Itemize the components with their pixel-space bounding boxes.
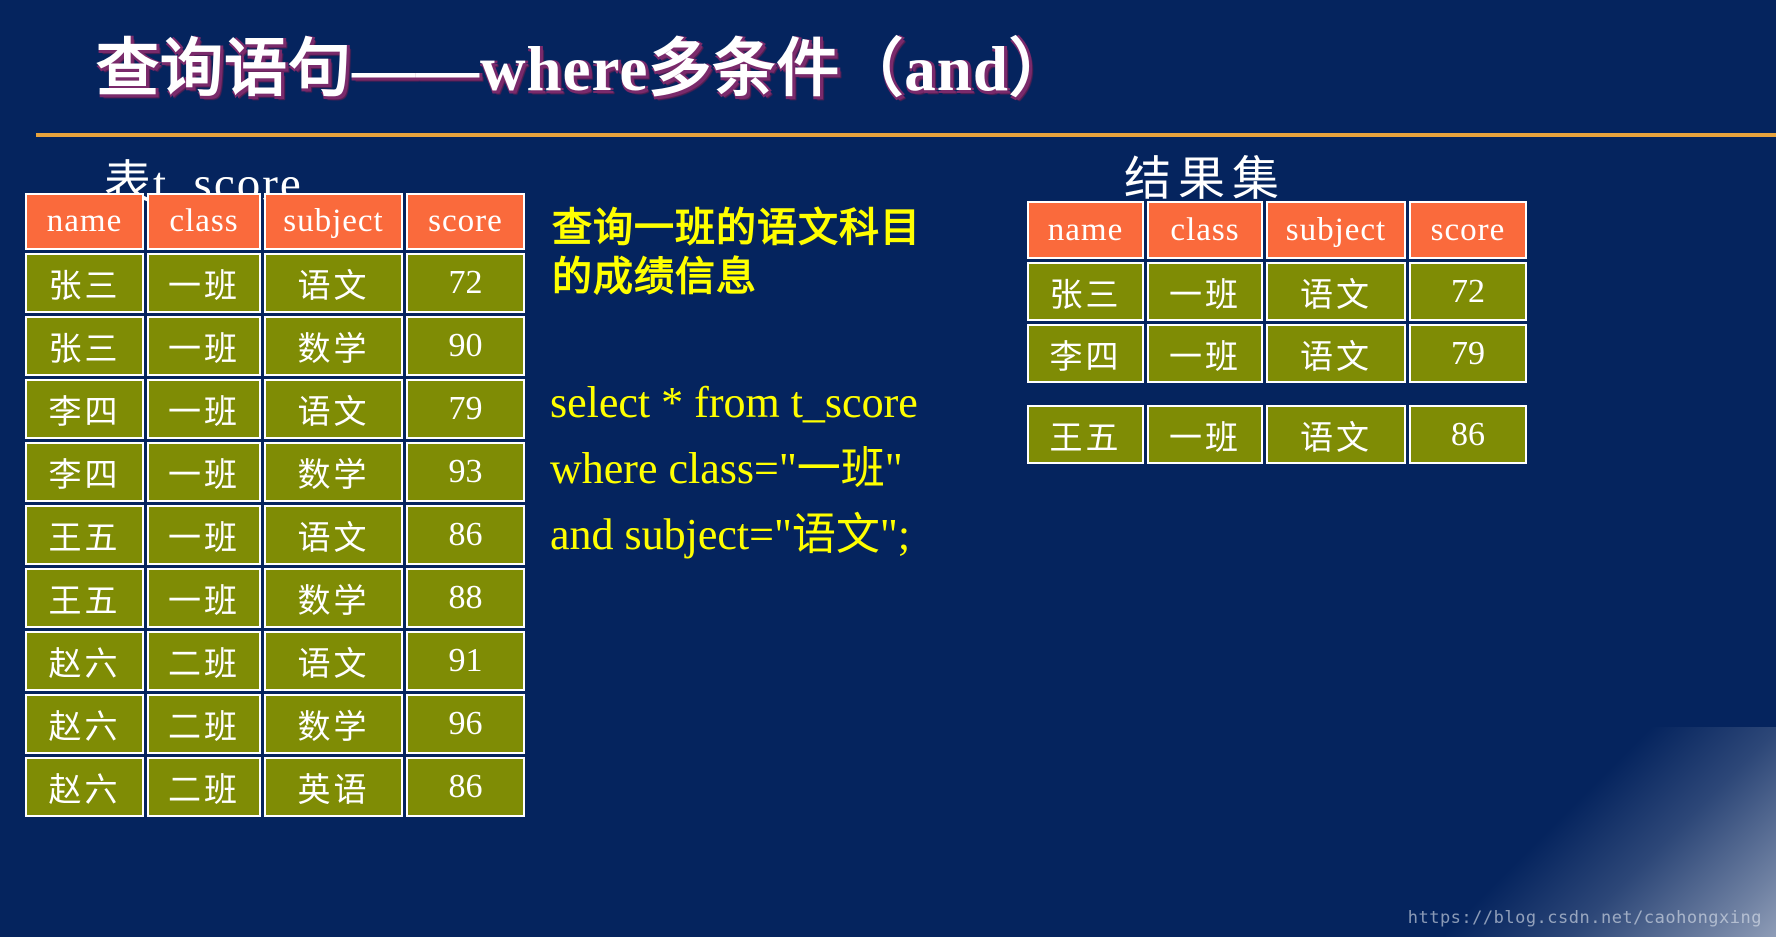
cell-name: 张三 xyxy=(1027,262,1144,321)
cell-name: 王五 xyxy=(1027,405,1144,464)
table-row: 李四 一班 数学 93 xyxy=(25,442,525,502)
table-row: 张三 一班 语文 72 xyxy=(1027,262,1527,321)
cell-class: 二班 xyxy=(147,631,261,691)
result-table-extra-row: 王五 一班 语文 86 xyxy=(1024,402,1530,467)
cell-score: 91 xyxy=(406,631,525,691)
cell-name: 李四 xyxy=(25,442,144,502)
source-table: name class subject score 张三 一班 语文 72 张三 … xyxy=(22,190,528,820)
cell-name: 王五 xyxy=(25,568,144,628)
cell-subject: 数学 xyxy=(264,316,403,376)
cell-class: 一班 xyxy=(1147,262,1263,321)
cell-subject: 语文 xyxy=(1266,262,1406,321)
corner-glare xyxy=(1446,727,1776,937)
cell-class: 一班 xyxy=(1147,324,1263,383)
table-header-row: name class subject score xyxy=(25,193,525,250)
query-description-line-2: 的成绩信息 xyxy=(552,252,757,300)
table-row: 赵六 二班 英语 86 xyxy=(25,757,525,817)
cell-subject: 语文 xyxy=(1266,324,1406,383)
cell-name: 张三 xyxy=(25,253,144,313)
slide-canvas: 查询语句——where多条件（and） 表t_score 结果集 name cl… xyxy=(0,0,1776,937)
title-divider xyxy=(36,133,1776,137)
cell-score: 72 xyxy=(1409,262,1527,321)
cell-class: 一班 xyxy=(147,568,261,628)
cell-class: 一班 xyxy=(147,316,261,376)
cell-subject: 语文 xyxy=(264,379,403,439)
sql-line-and: and subject="语文"; xyxy=(550,510,911,559)
table-row: 赵六 二班 语文 91 xyxy=(25,631,525,691)
column-header-score: score xyxy=(1409,201,1527,259)
cell-score: 72 xyxy=(406,253,525,313)
sql-statement: select * from t_score where class="一班" a… xyxy=(550,370,1020,568)
watermark-url: https://blog.csdn.net/caohongxing xyxy=(1407,908,1762,928)
column-header-class: class xyxy=(1147,201,1263,259)
table-row: 赵六 二班 数学 96 xyxy=(25,694,525,754)
result-table-body: 张三 一班 语文 72 李四 一班 语文 79 xyxy=(1027,262,1527,383)
table-header-row: name class subject score xyxy=(1027,201,1527,259)
sql-line-where: where class="一班" xyxy=(550,444,903,493)
cell-class: 一班 xyxy=(147,442,261,502)
column-header-score: score xyxy=(406,193,525,250)
cell-subject: 数学 xyxy=(264,568,403,628)
column-header-class: class xyxy=(147,193,261,250)
query-description: 查询一班的语文科目 的成绩信息 xyxy=(552,204,1002,302)
cell-name: 赵六 xyxy=(25,631,144,691)
cell-score: 79 xyxy=(1409,324,1527,383)
table-row: 王五 一班 语文 86 xyxy=(1027,405,1527,464)
cell-score: 79 xyxy=(406,379,525,439)
cell-score: 86 xyxy=(406,505,525,565)
table-row: 张三 一班 语文 72 xyxy=(25,253,525,313)
cell-score: 90 xyxy=(406,316,525,376)
cell-subject: 语文 xyxy=(264,253,403,313)
cell-name: 赵六 xyxy=(25,694,144,754)
table-row: 李四 一班 语文 79 xyxy=(25,379,525,439)
source-table-body: 张三 一班 语文 72 张三 一班 数学 90 李四 一班 语文 79 李四 一… xyxy=(25,253,525,817)
page-title: 查询语句——where多条件（and） xyxy=(96,34,1073,104)
cell-class: 一班 xyxy=(1147,405,1263,464)
cell-name: 王五 xyxy=(25,505,144,565)
cell-subject: 数学 xyxy=(264,694,403,754)
sql-line-select: select * from t_score xyxy=(550,378,918,427)
cell-class: 二班 xyxy=(147,757,261,817)
table-row: 李四 一班 语文 79 xyxy=(1027,324,1527,383)
cell-score: 96 xyxy=(406,694,525,754)
column-header-name: name xyxy=(1027,201,1144,259)
table-row: 王五 一班 语文 86 xyxy=(25,505,525,565)
cell-name: 李四 xyxy=(25,379,144,439)
cell-subject: 语文 xyxy=(1266,405,1406,464)
column-header-subject: subject xyxy=(1266,201,1406,259)
cell-score: 86 xyxy=(1409,405,1527,464)
cell-name: 张三 xyxy=(25,316,144,376)
cell-score: 88 xyxy=(406,568,525,628)
cell-subject: 数学 xyxy=(264,442,403,502)
cell-subject: 语文 xyxy=(264,631,403,691)
result-table: name class subject score 张三 一班 语文 72 李四 … xyxy=(1024,198,1530,386)
cell-score: 86 xyxy=(406,757,525,817)
cell-class: 一班 xyxy=(147,505,261,565)
cell-class: 二班 xyxy=(147,694,261,754)
cell-score: 93 xyxy=(406,442,525,502)
table-row: 王五 一班 数学 88 xyxy=(25,568,525,628)
query-description-line-1: 查询一班的语文科目 xyxy=(552,204,921,251)
column-header-subject: subject xyxy=(264,193,403,250)
cell-class: 一班 xyxy=(147,379,261,439)
cell-name: 李四 xyxy=(1027,324,1144,383)
cell-subject: 英语 xyxy=(264,757,403,817)
column-header-name: name xyxy=(25,193,144,250)
cell-name: 赵六 xyxy=(25,757,144,817)
cell-class: 一班 xyxy=(147,253,261,313)
cell-subject: 语文 xyxy=(264,505,403,565)
table-row: 张三 一班 数学 90 xyxy=(25,316,525,376)
